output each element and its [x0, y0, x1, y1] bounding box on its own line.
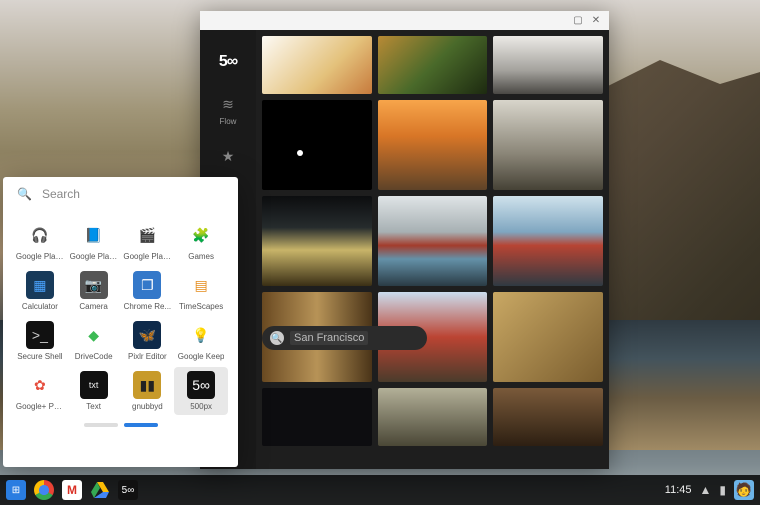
- app-icon: ✿: [26, 371, 54, 399]
- app-icon: 🦋: [133, 321, 161, 349]
- photo-thumbnail[interactable]: [493, 36, 603, 94]
- app-icon: ▦: [26, 271, 54, 299]
- photo-thumbnail[interactable]: [262, 100, 372, 190]
- app-icon: ❐: [133, 271, 161, 299]
- launcher-item-secure-shell[interactable]: >_ Secure Shell: [13, 317, 67, 365]
- photo-thumbnail[interactable]: [262, 36, 372, 94]
- wave-icon: ≋: [218, 94, 238, 114]
- launcher-item-label: Camera: [79, 302, 107, 311]
- launcher-item-label: Google Keep: [178, 352, 225, 361]
- launcher-item-label: 500px: [190, 402, 212, 411]
- window-close-button[interactable]: ✕: [589, 14, 603, 28]
- app-icon: txt: [80, 371, 108, 399]
- launcher-item-google-play[interactable]: 🎧 Google Play ...: [13, 217, 67, 265]
- photo-thumbnail[interactable]: [378, 388, 488, 446]
- app-icon: >_: [26, 321, 54, 349]
- app-icon: ◆: [80, 321, 108, 349]
- app-icon: 5∞: [187, 371, 215, 399]
- app-launcher: 🔍 Search 🎧 Google Play ... 📘 Google Play ..…: [3, 177, 238, 467]
- photo-search-pill[interactable]: 🔍 San Francisco: [262, 326, 427, 350]
- photo-grid-container: 🔍 San Francisco: [256, 30, 609, 469]
- shelf-app-launcher[interactable]: ⊞: [6, 480, 26, 500]
- app-icon: 📘: [80, 221, 108, 249]
- app-icon: 📷: [80, 271, 108, 299]
- launcher-item-label: Google Play ...: [16, 252, 64, 261]
- launcher-item-timescapes[interactable]: ▤ TimeScapes: [174, 267, 228, 315]
- launcher-item-text[interactable]: txt Text: [67, 367, 121, 415]
- app-icon: 🎬: [133, 221, 161, 249]
- launcher-item-500px[interactable]: 5∞ 500px: [174, 367, 228, 415]
- app-icon: 🧩: [187, 221, 215, 249]
- photo-thumbnail[interactable]: [493, 292, 603, 382]
- sidebar-item-label: Flow: [220, 117, 237, 126]
- app-icon: ▮▮: [133, 371, 161, 399]
- photo-thumbnail[interactable]: [493, 388, 603, 446]
- launcher-item-google-pho[interactable]: ✿ Google+ Pho...: [13, 367, 67, 415]
- battery-icon[interactable]: ▮: [719, 483, 726, 497]
- launcher-item-google-keep[interactable]: 💡 Google Keep: [174, 317, 228, 365]
- launcher-item-label: TimeScapes: [179, 302, 223, 311]
- pager-dot-active[interactable]: [124, 423, 158, 427]
- launcher-search-placeholder: Search: [42, 187, 224, 201]
- wifi-icon[interactable]: ▲: [700, 483, 712, 497]
- launcher-item-label: gnubbyd: [132, 402, 163, 411]
- launcher-item-google-play[interactable]: 📘 Google Play ...: [67, 217, 121, 265]
- launcher-item-label: Games: [188, 252, 214, 261]
- launcher-pager: [3, 415, 238, 433]
- photo-thumbnail[interactable]: [262, 196, 372, 286]
- app-icon: 🎧: [26, 221, 54, 249]
- sidebar-item-featured[interactable]: ★: [200, 136, 256, 176]
- shelf-app-gmail[interactable]: M: [62, 480, 82, 500]
- photo-thumbnail[interactable]: [262, 388, 372, 446]
- launcher-item-pixlr-editor[interactable]: 🦋 Pixlr Editor: [121, 317, 175, 365]
- app-icon: 💡: [187, 321, 215, 349]
- launcher-item-chrome-re[interactable]: ❐ Chrome Re...: [121, 267, 175, 315]
- photo-thumbnail[interactable]: [378, 196, 488, 286]
- photo-thumbnail[interactable]: [378, 100, 488, 190]
- launcher-item-label: Secure Shell: [17, 352, 62, 361]
- launcher-search[interactable]: 🔍 Search: [3, 177, 238, 211]
- launcher-item-label: Chrome Re...: [124, 302, 172, 311]
- launcher-item-label: Pixlr Editor: [128, 352, 167, 361]
- launcher-item-google-play[interactable]: 🎬 Google Play ...: [121, 217, 175, 265]
- launcher-item-label: Google Play ...: [123, 252, 171, 261]
- launcher-item-games[interactable]: 🧩 Games: [174, 217, 228, 265]
- pager-dot[interactable]: [84, 423, 118, 427]
- launcher-item-gnubbyd[interactable]: ▮▮ gnubbyd: [121, 367, 175, 415]
- window-maximize-button[interactable]: ▢: [571, 14, 585, 28]
- search-icon: 🔍: [17, 187, 32, 201]
- shelf-app-drive[interactable]: [90, 480, 110, 500]
- sidebar-item-flow[interactable]: ≋ Flow: [200, 84, 256, 136]
- launcher-item-label: DriveCode: [75, 352, 113, 361]
- photo-thumbnail[interactable]: [493, 196, 603, 286]
- star-icon: ★: [218, 146, 238, 166]
- launcher-item-drivecode[interactable]: ◆ DriveCode: [67, 317, 121, 365]
- app-icon: ▤: [187, 271, 215, 299]
- search-icon: 🔍: [270, 331, 284, 345]
- launcher-item-label: Calculator: [22, 302, 58, 311]
- launcher-item-calculator[interactable]: ▦ Calculator: [13, 267, 67, 315]
- photo-search-value: San Francisco: [290, 331, 368, 345]
- shelf-app-chrome[interactable]: [34, 480, 54, 500]
- launcher-item-label: Google Play ...: [70, 252, 118, 261]
- app-logo: 5∞: [219, 40, 237, 84]
- photo-thumbnail[interactable]: [493, 100, 603, 190]
- photo-thumbnail[interactable]: [378, 36, 488, 94]
- launcher-item-label: Google+ Pho...: [16, 402, 64, 411]
- titlebar: ▢ ✕: [200, 11, 609, 30]
- shelf: ⊞ M 5∞ 11:45 ▲ ▮ 🧑: [0, 475, 760, 505]
- app-window-500px: ▢ ✕ 5∞ ≋ Flow ★ ⚙: [200, 11, 609, 469]
- shelf-app-500px[interactable]: 5∞: [118, 480, 138, 500]
- user-avatar[interactable]: 🧑: [734, 480, 754, 500]
- launcher-item-camera[interactable]: 📷 Camera: [67, 267, 121, 315]
- clock[interactable]: 11:45: [665, 484, 692, 496]
- launcher-item-label: Text: [86, 402, 101, 411]
